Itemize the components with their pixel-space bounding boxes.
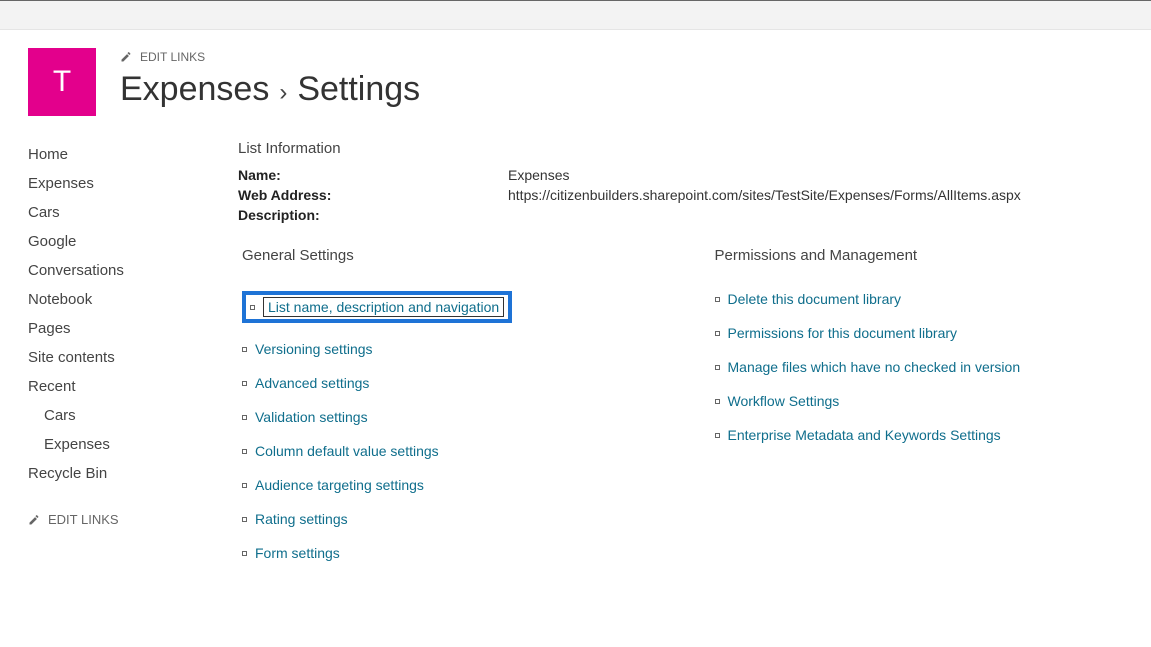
nav-conversations[interactable]: Conversations bbox=[28, 256, 208, 285]
info-desc-label: Description: bbox=[238, 207, 508, 223]
nav-home[interactable]: Home bbox=[28, 140, 208, 169]
info-desc-value bbox=[508, 207, 1123, 223]
bullet-icon bbox=[250, 305, 255, 310]
link-enterprise-metadata-settings[interactable]: Enterprise Metadata and Keywords Setting… bbox=[728, 427, 1001, 443]
nav-recent-cars[interactable]: Cars bbox=[28, 401, 208, 430]
nav-expenses[interactable]: Expenses bbox=[28, 169, 208, 198]
link-delete-document-library[interactable]: Delete this document library bbox=[728, 291, 902, 307]
bullet-icon bbox=[242, 449, 247, 454]
pencil-icon bbox=[28, 514, 40, 526]
nav-pages[interactable]: Pages bbox=[28, 314, 208, 343]
breadcrumb-part2: Settings bbox=[297, 70, 420, 109]
highlighted-link-box: List name, description and navigation bbox=[242, 291, 512, 323]
general-settings-heading: General Settings bbox=[238, 247, 651, 264]
bullet-icon bbox=[715, 365, 720, 370]
bullet-icon bbox=[715, 331, 720, 336]
bullet-icon bbox=[242, 517, 247, 522]
nav-google[interactable]: Google bbox=[28, 227, 208, 256]
list-info-grid: Name: Expenses Web Address: https://citi… bbox=[238, 167, 1123, 223]
breadcrumb-separator-icon: › bbox=[279, 79, 287, 107]
info-web-value: https://citizenbuilders.sharepoint.com/s… bbox=[508, 187, 1123, 203]
info-web-label: Web Address: bbox=[238, 187, 508, 203]
link-permissions-document-library[interactable]: Permissions for this document library bbox=[728, 325, 958, 341]
nav-cars[interactable]: Cars bbox=[28, 198, 208, 227]
bullet-icon bbox=[715, 433, 720, 438]
link-manage-unchecked-in-files[interactable]: Manage files which have no checked in ve… bbox=[728, 359, 1021, 375]
permissions-column: Permissions and Management Delete this d… bbox=[711, 247, 1124, 570]
main-content: List Information Name: Expenses Web Addr… bbox=[238, 140, 1123, 570]
nav-recent[interactable]: Recent bbox=[28, 372, 208, 401]
quick-launch-nav: Home Expenses Cars Google Conversations … bbox=[28, 140, 208, 530]
bullet-icon bbox=[715, 399, 720, 404]
link-audience-targeting-settings[interactable]: Audience targeting settings bbox=[255, 477, 424, 493]
page-header: T EDIT LINKS Expenses › Settings bbox=[28, 48, 1123, 116]
link-validation-settings[interactable]: Validation settings bbox=[255, 409, 368, 425]
nav-notebook[interactable]: Notebook bbox=[28, 285, 208, 314]
pencil-icon bbox=[120, 51, 132, 63]
breadcrumb-part1[interactable]: Expenses bbox=[120, 70, 269, 109]
nav-site-contents[interactable]: Site contents bbox=[28, 343, 208, 372]
link-advanced-settings[interactable]: Advanced settings bbox=[255, 375, 369, 391]
bullet-icon bbox=[242, 381, 247, 386]
nav-recent-expenses[interactable]: Expenses bbox=[28, 430, 208, 459]
link-list-name-description-navigation[interactable]: List name, description and navigation bbox=[263, 297, 504, 317]
edit-links-bottom[interactable]: EDIT LINKS bbox=[28, 512, 119, 527]
info-name-value: Expenses bbox=[508, 167, 1123, 183]
bullet-icon bbox=[715, 297, 720, 302]
general-settings-column: General Settings List name, description … bbox=[238, 247, 651, 570]
bullet-icon bbox=[242, 415, 247, 420]
bullet-icon bbox=[242, 347, 247, 352]
top-bar bbox=[0, 0, 1151, 30]
site-logo-tile[interactable]: T bbox=[28, 48, 96, 116]
edit-links-top[interactable]: EDIT LINKS bbox=[120, 50, 205, 64]
page-title: Expenses › Settings bbox=[120, 70, 1123, 109]
link-rating-settings[interactable]: Rating settings bbox=[255, 511, 348, 527]
info-name-label: Name: bbox=[238, 167, 508, 183]
link-form-settings[interactable]: Form settings bbox=[255, 545, 340, 561]
link-versioning-settings[interactable]: Versioning settings bbox=[255, 341, 373, 357]
list-info-heading: List Information bbox=[238, 140, 1123, 157]
edit-links-label: EDIT LINKS bbox=[48, 512, 119, 527]
bullet-icon bbox=[242, 551, 247, 556]
edit-links-label: EDIT LINKS bbox=[140, 50, 205, 64]
bullet-icon bbox=[242, 483, 247, 488]
nav-recycle-bin[interactable]: Recycle Bin bbox=[28, 459, 208, 488]
link-column-default-value-settings[interactable]: Column default value settings bbox=[255, 443, 439, 459]
permissions-heading: Permissions and Management bbox=[711, 247, 1124, 264]
link-workflow-settings[interactable]: Workflow Settings bbox=[728, 393, 840, 409]
